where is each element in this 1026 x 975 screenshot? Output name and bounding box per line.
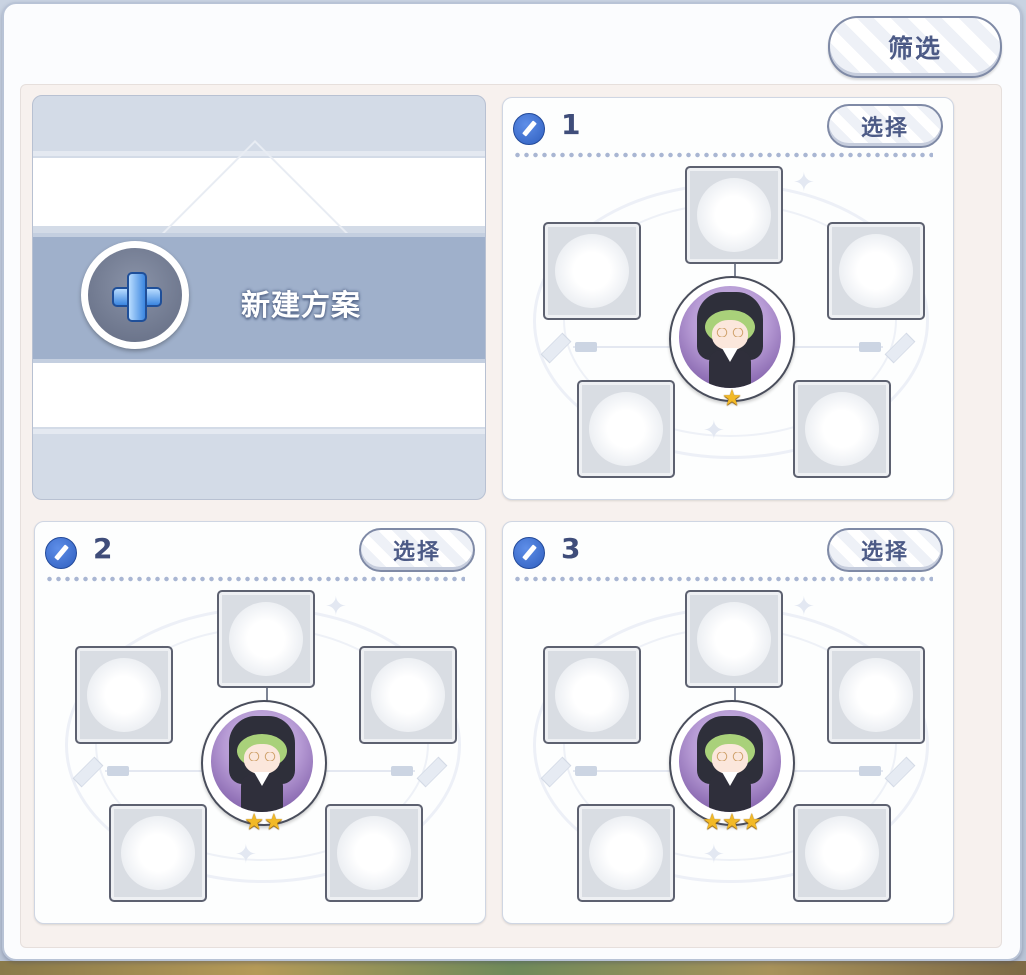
sparkle-icon: ✦ [793,592,815,622]
leader-character[interactable]: ★ [669,276,795,410]
star-rating: ★ ★ ★ [671,812,793,834]
sparkle-icon: ✦ [793,168,815,198]
star-rating: ★ ★ [203,812,325,834]
plan-card-1: ✦✦✦1选择★ [502,97,954,500]
star-icon: ★ [264,810,284,835]
empty-slot-icon[interactable] [827,222,925,320]
leader-character[interactable]: ★ ★ [201,700,327,834]
select-button[interactable]: 选择 [827,528,943,572]
empty-slot-icon[interactable] [543,646,641,744]
empty-slot-icon[interactable] [577,804,675,902]
character-portrait [679,710,781,812]
empty-slot-icon[interactable] [359,646,457,744]
filter-button[interactable]: 筛选 [828,16,1002,78]
star-icon: ★ [244,810,264,835]
new-plan-card[interactable]: 新建方案 [32,95,486,500]
sparkle-icon: ✦ [235,840,257,870]
new-plan-label: 新建方案 [241,288,362,322]
plan-number: 3 [561,532,581,565]
empty-slot-icon[interactable] [109,804,207,902]
star-icon: ★ [702,810,723,835]
empty-slot-icon[interactable] [793,380,891,478]
pencil-icon[interactable] [513,113,545,145]
dotted-divider [45,576,465,582]
plan-number: 1 [561,108,581,141]
empty-slot-icon[interactable] [685,166,783,278]
empty-slot-icon[interactable] [543,222,641,320]
empty-slot-icon[interactable] [325,804,423,902]
background-strip [0,961,1026,975]
select-button[interactable]: 选择 [359,528,475,572]
sparkle-icon: ✦ [703,840,725,870]
plan-card-2: ✦✦✦2选择★★ [34,521,486,924]
dotted-divider [513,576,933,582]
empty-slot-icon[interactable] [577,380,675,478]
plus-icon[interactable] [81,241,189,349]
plan-card-3: ✦✦✦3选择★★★ [502,521,954,924]
pencil-icon[interactable] [45,537,77,569]
sparkle-icon: ✦ [325,592,347,622]
empty-slot-icon[interactable] [827,646,925,744]
sparkle-icon: ✦ [703,416,725,446]
star-icon: ★ [722,386,742,411]
star-rating: ★ [671,388,793,410]
dotted-divider [513,152,933,158]
empty-slot-icon[interactable] [793,804,891,902]
select-button[interactable]: 选择 [827,104,943,148]
character-portrait [679,286,781,388]
empty-slot-icon[interactable] [75,646,173,744]
character-portrait [211,710,313,812]
leader-character[interactable]: ★ ★ ★ [669,700,795,834]
pencil-icon[interactable] [513,537,545,569]
star-icon: ★ [722,810,742,835]
star-icon: ★ [741,810,762,835]
empty-slot-icon[interactable] [217,590,315,702]
plan-number: 2 [93,532,113,565]
empty-slot-icon[interactable] [685,590,783,702]
